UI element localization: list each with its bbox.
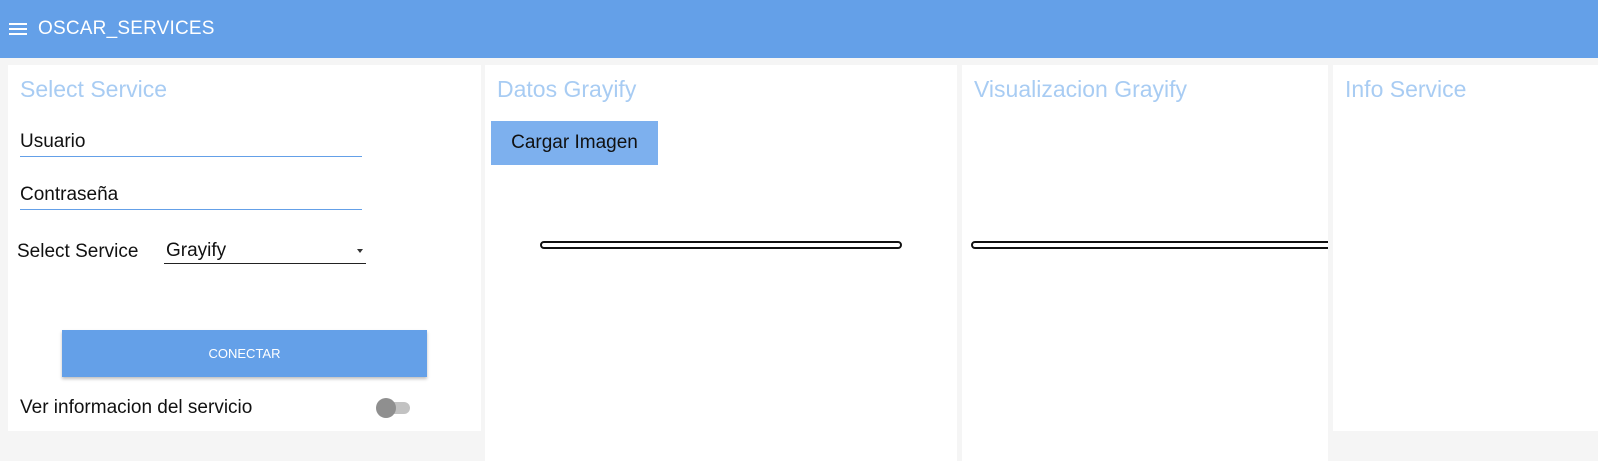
datos-panel: Datos Grayify Cargar Imagen xyxy=(485,65,957,461)
datos-panel-title: Datos Grayify xyxy=(497,76,637,102)
connect-button[interactable]: CONECTAR xyxy=(62,330,427,377)
service-select[interactable]: Grayify xyxy=(164,239,366,264)
select-service-panel: Select Service Usuario Contraseña Select… xyxy=(8,65,481,431)
app-header: OSCAR_SERVICES xyxy=(0,0,1598,58)
load-image-button[interactable]: Cargar Imagen xyxy=(491,121,658,165)
password-field[interactable]: Contraseña xyxy=(20,184,362,210)
info-service-panel: Info Service xyxy=(1333,65,1598,431)
output-image-placeholder xyxy=(971,241,1328,249)
input-image-placeholder xyxy=(540,241,902,249)
select-service-title: Select Service xyxy=(20,76,168,102)
info-service-title: Info Service xyxy=(1345,76,1467,102)
toggle-thumb xyxy=(376,398,396,418)
service-info-toggle-label: Ver informacion del servicio xyxy=(20,397,253,418)
visualizacion-panel-title: Visualizacion Grayify xyxy=(974,76,1188,102)
username-field[interactable]: Usuario xyxy=(20,131,362,157)
app-title: OSCAR_SERVICES xyxy=(38,18,215,39)
visualizacion-panel: Visualizacion Grayify xyxy=(962,65,1328,461)
dropdown-caret-icon xyxy=(357,249,363,253)
hamburger-menu-icon[interactable] xyxy=(9,23,27,35)
service-info-toggle[interactable] xyxy=(376,398,412,418)
select-service-label: Select Service xyxy=(17,241,139,262)
selected-service-value: Grayify xyxy=(166,240,227,261)
